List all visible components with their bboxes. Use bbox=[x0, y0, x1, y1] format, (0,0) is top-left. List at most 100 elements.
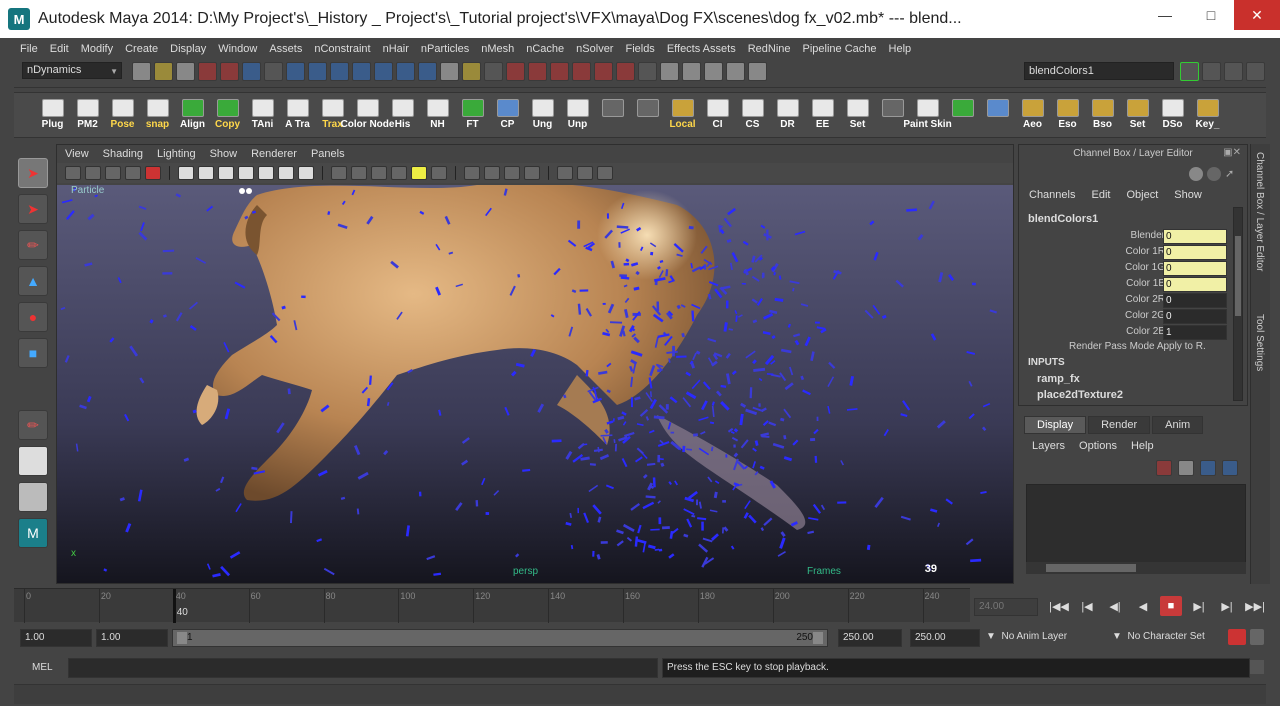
camera-attributes-icon[interactable] bbox=[85, 166, 101, 180]
image-plane-icon[interactable] bbox=[125, 166, 141, 180]
toggle-tool-settings-icon[interactable] bbox=[1202, 62, 1221, 81]
viewport-menu-panels[interactable]: Panels bbox=[311, 148, 345, 160]
shelf-button-snap[interactable]: snap bbox=[141, 93, 174, 137]
viewport-menu-lighting[interactable]: Lighting bbox=[157, 148, 196, 160]
shelf-button-cp[interactable]: CP bbox=[491, 93, 524, 137]
construction-history-icon[interactable] bbox=[638, 62, 657, 81]
minimize-button[interactable]: — bbox=[1142, 0, 1188, 30]
shelf-button-ung[interactable]: Ung bbox=[526, 93, 559, 137]
character-set-dropdown[interactable]: ▼ No Character Set bbox=[1112, 631, 1205, 642]
shelf-button-bso[interactable]: Bso bbox=[1086, 93, 1119, 137]
move-layer-icon[interactable] bbox=[1156, 460, 1172, 476]
save-scene-icon[interactable] bbox=[176, 62, 195, 81]
current-frame-field[interactable]: 24.00 bbox=[974, 598, 1038, 616]
current-frame-marker[interactable] bbox=[172, 589, 176, 623]
attribute-row[interactable]: Color 1G 0 bbox=[1019, 261, 1233, 277]
attribute-value-field[interactable]: 0 bbox=[1163, 229, 1227, 244]
shelf-button-dr[interactable]: DR bbox=[771, 93, 804, 137]
new-layer-icon[interactable] bbox=[1200, 460, 1216, 476]
attribute-row[interactable]: Color 1B 0 bbox=[1019, 277, 1233, 293]
hypershade-icon[interactable] bbox=[726, 62, 745, 81]
render-current-icon[interactable] bbox=[660, 62, 679, 81]
input-line-icon[interactable] bbox=[748, 62, 767, 81]
new-scene-icon[interactable] bbox=[132, 62, 151, 81]
attribute-row[interactable]: Blender 0 bbox=[1019, 229, 1233, 245]
pick-joints-icon[interactable] bbox=[308, 62, 327, 81]
command-input[interactable] bbox=[68, 658, 658, 678]
menu-edit[interactable]: Edit bbox=[50, 43, 69, 55]
gate-mask-icon[interactable] bbox=[238, 166, 254, 180]
shelf-button-icon-16[interactable] bbox=[596, 93, 629, 137]
shelf-button-paint-skin[interactable]: Paint Skin bbox=[903, 93, 952, 137]
layer-menu-layers[interactable]: Layers bbox=[1032, 440, 1065, 452]
perspective-viewport[interactable]: Particle x persp Frames 39 bbox=[57, 185, 1013, 583]
shelf-button-icon-27[interactable] bbox=[981, 93, 1014, 137]
menu-display[interactable]: Display bbox=[170, 43, 206, 55]
new-empty-layer-icon[interactable] bbox=[1178, 460, 1194, 476]
snap-icon[interactable] bbox=[484, 62, 503, 81]
menu-nparticles[interactable]: nParticles bbox=[421, 43, 469, 55]
render-pass-mode-row[interactable]: Render Pass Mode Apply to R. bbox=[1069, 341, 1206, 352]
viewport-menu-shading[interactable]: Shading bbox=[103, 148, 143, 160]
start-time-field[interactable]: 1.00 bbox=[20, 629, 92, 647]
step-back-key-icon[interactable]: |◀ bbox=[1076, 596, 1098, 616]
x-ray-icon[interactable] bbox=[577, 166, 593, 180]
outliner-layout-icon[interactable]: M bbox=[18, 518, 48, 548]
layer-tab-display[interactable]: Display bbox=[1024, 416, 1087, 434]
side-tab-channel-box-layer-editor[interactable]: Channel Box / Layer Editor bbox=[1254, 152, 1265, 272]
menu-set-selector[interactable]: nDynamics bbox=[22, 62, 122, 79]
shelf-button-eso[interactable]: Eso bbox=[1051, 93, 1084, 137]
open-scene-icon[interactable] bbox=[154, 62, 173, 81]
layer-menu-help[interactable]: Help bbox=[1131, 440, 1154, 452]
stop-playback-icon[interactable]: ■ bbox=[1160, 596, 1182, 616]
textured-icon[interactable] bbox=[391, 166, 407, 180]
lasso-tool-icon[interactable]: ➤ bbox=[18, 194, 48, 224]
shelf-button-set[interactable]: Set bbox=[1121, 93, 1154, 137]
scale-tool-icon[interactable]: ■ bbox=[18, 338, 48, 368]
shelf-button-a-tra[interactable]: A Tra bbox=[281, 93, 314, 137]
snap-live-icon[interactable] bbox=[594, 62, 613, 81]
time-slider[interactable]: 0 20 40 60 80 100 120 140 160 180 200 220 240 40 bbox=[14, 588, 970, 623]
safe-action-icon[interactable] bbox=[278, 166, 294, 180]
menu-nhair[interactable]: nHair bbox=[383, 43, 409, 55]
menu-assets[interactable]: Assets bbox=[269, 43, 302, 55]
channel-box-menu-object[interactable]: Object bbox=[1126, 189, 1158, 201]
depth-of-field-icon[interactable] bbox=[524, 166, 540, 180]
shelf-button-ft[interactable]: FT bbox=[456, 93, 489, 137]
channel-box-settings-icon[interactable] bbox=[1189, 167, 1203, 181]
animation-preferences-icon[interactable] bbox=[1250, 629, 1264, 645]
menu-file[interactable]: File bbox=[20, 43, 38, 55]
shelf-button-icon-24[interactable] bbox=[876, 93, 909, 137]
shelf-button-plug[interactable]: Plug bbox=[36, 93, 69, 137]
attribute-row[interactable]: Color 2R 0 bbox=[1019, 293, 1233, 309]
input-node-item[interactable]: place2dTexture2 bbox=[1037, 389, 1123, 401]
magnet-icon[interactable] bbox=[462, 62, 481, 81]
two-d-pan-zoom-icon[interactable] bbox=[145, 166, 161, 180]
shelf-button-trax[interactable]: Trax bbox=[316, 93, 349, 137]
shelf-button-aeo[interactable]: Aeo bbox=[1016, 93, 1049, 137]
attribute-row[interactable]: Color 2G 0 bbox=[1019, 309, 1233, 325]
range-slider-bar[interactable]: 1 250 bbox=[172, 629, 828, 647]
step-forward-frame-icon[interactable]: ▶| bbox=[1188, 596, 1210, 616]
pick-dynamics-icon[interactable] bbox=[396, 62, 415, 81]
attribute-value-field[interactable]: 1 bbox=[1163, 325, 1227, 340]
end-time-field[interactable]: 250.00 bbox=[910, 629, 980, 647]
channel-box-menu-channels[interactable]: Channels bbox=[1029, 189, 1075, 201]
use-all-lights-icon[interactable] bbox=[411, 166, 427, 180]
pick-rendering-icon[interactable] bbox=[418, 62, 437, 81]
single-view-layout-icon[interactable] bbox=[18, 446, 48, 476]
select-component-icon[interactable] bbox=[242, 62, 261, 81]
panel-float-icon[interactable]: ▣✕ bbox=[1223, 147, 1241, 158]
go-to-start-icon[interactable]: |◀◀ bbox=[1048, 596, 1070, 616]
step-forward-key-icon[interactable]: ▶| bbox=[1216, 596, 1238, 616]
close-button[interactable]: ✕ bbox=[1234, 0, 1280, 30]
menu-modify[interactable]: Modify bbox=[81, 43, 113, 55]
channel-box-pin-icon[interactable]: ➚ bbox=[1225, 167, 1239, 181]
shelf-button-key_[interactable]: Key_ bbox=[1191, 93, 1224, 137]
shelf-button-set[interactable]: Set bbox=[841, 93, 874, 137]
select-tool-icon[interactable]: ➤ bbox=[18, 158, 48, 188]
two-view-layout-icon[interactable] bbox=[18, 482, 48, 512]
snap-grid-icon[interactable] bbox=[506, 62, 525, 81]
shelf-button-dso[interactable]: DSo bbox=[1156, 93, 1189, 137]
select-hierarchy-icon[interactable] bbox=[198, 62, 217, 81]
